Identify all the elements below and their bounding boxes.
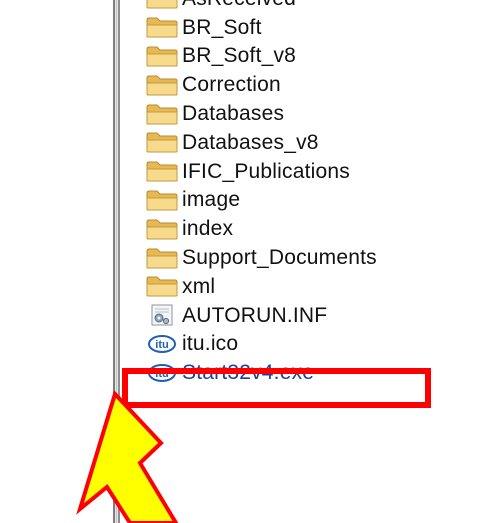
list-item-br-soft[interactable]: BR_Soft: [146, 13, 377, 42]
file-name: Databases_v8: [182, 130, 319, 154]
list-item-br-soft-v8[interactable]: BR_Soft_v8: [146, 42, 377, 71]
folder-icon: [146, 0, 178, 9]
list-item-databases[interactable]: Databases: [146, 99, 377, 128]
file-name: index: [182, 217, 234, 241]
file-name: AsReceived: [182, 0, 296, 9]
folder-icon: [146, 276, 178, 297]
folder-icon: [146, 75, 178, 96]
file-name: BR_Soft: [182, 15, 262, 39]
file-name: Support_Documents: [182, 246, 377, 270]
folder-tree-pane: [0, 0, 113, 523]
file-name: AUTORUN.INF: [182, 303, 328, 327]
file-name: IFIC_Publications: [182, 159, 350, 183]
file-name: Databases: [182, 102, 285, 126]
svg-text:itu: itu: [155, 339, 168, 351]
file-name: itu.ico: [182, 332, 239, 356]
splitter-line: [116, 0, 117, 523]
folder-icon: [146, 17, 178, 38]
list-item-databases-v8[interactable]: Databases_v8: [146, 128, 377, 157]
file-name: image: [182, 188, 241, 212]
folder-icon: [146, 132, 178, 153]
highlight-box: [122, 368, 431, 408]
list-item-correction[interactable]: Correction: [146, 70, 377, 99]
list-item-asreceived[interactable]: AsReceived: [146, 0, 377, 13]
folder-icon: [146, 190, 178, 211]
list-item-support-documents[interactable]: Support_Documents: [146, 243, 377, 272]
list-item-itu-ico[interactable]: itu itu.ico: [146, 330, 377, 359]
folder-icon: [146, 104, 178, 125]
folder-icon: [146, 219, 178, 240]
list-item-image[interactable]: image: [146, 186, 377, 215]
file-name: Correction: [182, 73, 281, 97]
list-item-ific-publications[interactable]: IFIC_Publications: [146, 157, 377, 186]
list-item-autorun-inf[interactable]: AUTORUN.INF: [146, 301, 377, 330]
file-list: AsReceived BR_Soft BR_Soft_v8 Correction…: [146, 0, 377, 387]
file-name: BR_Soft_v8: [182, 44, 297, 68]
folder-icon: [146, 161, 178, 182]
file-name: xml: [182, 274, 216, 298]
list-item-xml[interactable]: xml: [146, 272, 377, 301]
list-item-index[interactable]: index: [146, 214, 377, 243]
folder-icon: [146, 248, 178, 269]
settings-file-icon: [151, 304, 173, 326]
folder-icon: [146, 46, 178, 67]
itu-logo-icon: itu: [148, 334, 176, 353]
pane-splitter[interactable]: [113, 0, 120, 523]
